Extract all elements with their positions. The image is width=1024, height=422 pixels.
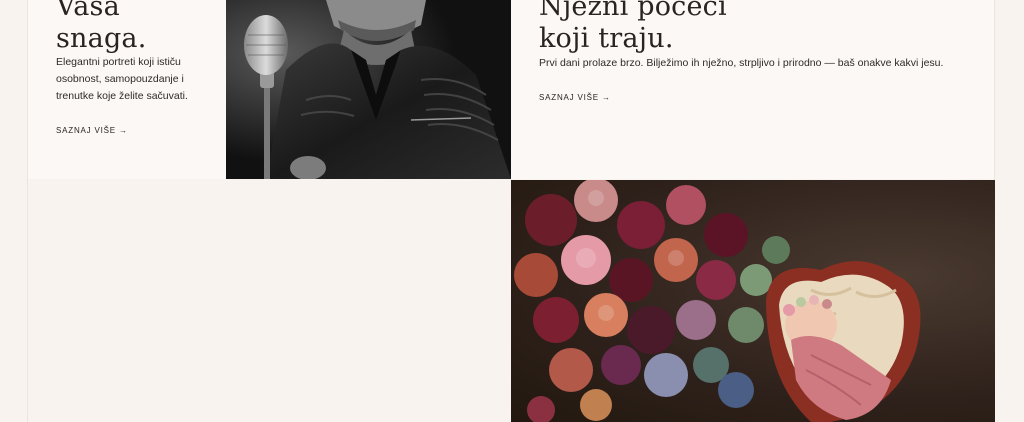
newborn-headline-line1: Nježni počeci <box>539 0 727 22</box>
portrait-learn-more-label: SAZNAJ VIŠE <box>56 126 116 135</box>
newborn-learn-more-label: SAZNAJ VIŠE <box>539 93 599 102</box>
newborn-headline-line2: koji traju. <box>539 23 674 54</box>
newborn-headline: Nježni počeci koji traju. <box>539 0 727 55</box>
arrow-right-icon: → <box>601 93 611 102</box>
portrait-headline-line2: snaga. <box>56 23 147 54</box>
portrait-headline: Vaša snaga. <box>56 0 147 55</box>
portrait-description: Elegantni portreti koji ističu osobnost,… <box>56 56 188 102</box>
newborn-card: Nježni počeci koji traju. Prvi dani prol… <box>511 0 994 179</box>
portrait-learn-more-link[interactable]: SAZNAJ VIŠE → <box>56 126 128 135</box>
portrait-card: Vaša snaga. Elegantni portreti koji isti… <box>28 0 226 179</box>
newborn-photo <box>511 180 995 422</box>
arrow-right-icon: → <box>118 126 128 135</box>
portrait-headline-line1: Vaša <box>56 0 120 22</box>
singer-photo <box>226 0 511 179</box>
newborn-description: Prvi dani prolaze brzo. Bilježimo ih nje… <box>539 57 944 69</box>
newborn-learn-more-link[interactable]: SAZNAJ VIŠE → <box>539 93 611 102</box>
